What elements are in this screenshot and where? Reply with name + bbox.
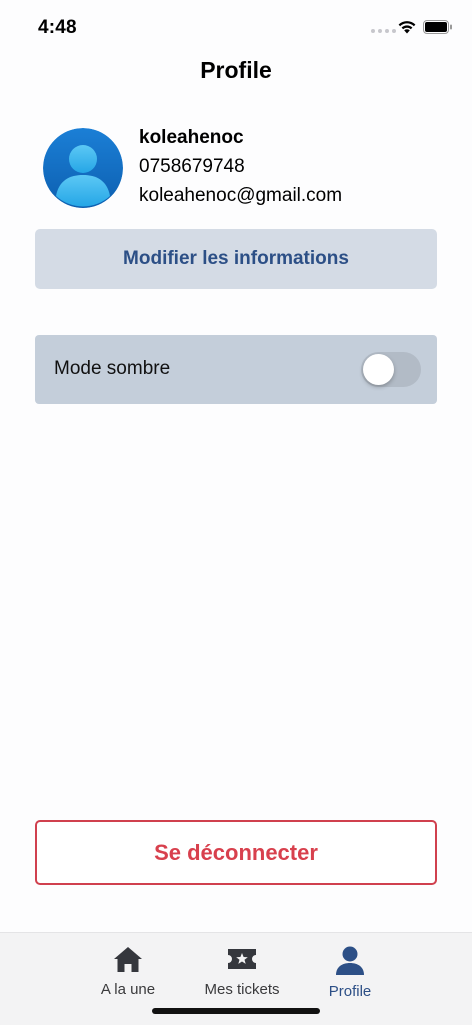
- battery-icon: [423, 20, 453, 39]
- logout-button[interactable]: Se déconnecter: [35, 820, 437, 885]
- dark-mode-label: Mode sombre: [54, 358, 171, 379]
- tab-profile[interactable]: Profile: [300, 933, 400, 1003]
- cellular-signal-icon: [371, 29, 396, 33]
- tab-home-label: A la une: [100, 981, 156, 998]
- home-icon: [113, 943, 143, 975]
- edit-profile-button[interactable]: Modifier les informations: [35, 229, 437, 289]
- wifi-icon: [397, 19, 417, 39]
- ticket-icon: [226, 943, 258, 975]
- tab-tickets[interactable]: Mes tickets: [192, 933, 292, 1003]
- tab-tickets-label: Mes tickets: [204, 981, 280, 998]
- page-title: Profile: [200, 57, 272, 83]
- tab-home[interactable]: A la une: [78, 933, 178, 1003]
- user-avatar-icon: [43, 128, 123, 208]
- user-phone: 0758679748: [139, 156, 245, 177]
- tab-profile-label: Profile: [328, 983, 372, 1000]
- avatar: [43, 128, 123, 208]
- dark-mode-toggle[interactable]: [361, 352, 421, 387]
- user-icon: [335, 945, 365, 977]
- status-time: 4:48: [38, 17, 77, 38]
- user-email: koleahenoc@gmail.com: [139, 185, 343, 206]
- user-name: koleahenoc: [139, 127, 244, 148]
- toggle-knob: [363, 354, 394, 385]
- home-indicator: [152, 1008, 320, 1014]
- dark-mode-setting: Mode sombre: [35, 335, 437, 404]
